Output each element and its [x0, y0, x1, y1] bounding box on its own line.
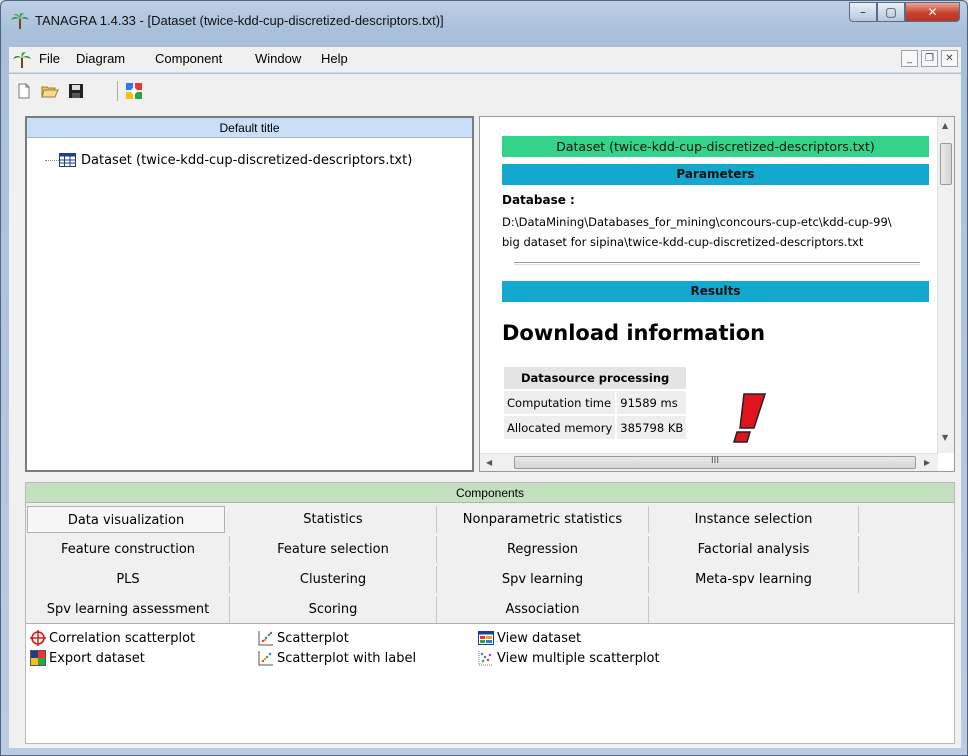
component-label: Export dataset: [49, 650, 145, 666]
scroll-left-icon[interactable]: ◀: [486, 458, 492, 467]
mdi-close-button[interactable]: ✕: [941, 50, 958, 67]
maximize-icon: ▢: [885, 5, 897, 19]
scroll-up-icon[interactable]: ▲: [942, 121, 948, 130]
toolbar-separator: [117, 81, 118, 101]
vertical-scroll-thumb[interactable]: [940, 143, 952, 185]
client-area: Default title Dataset (twice-kdd-cup-dis…: [9, 108, 961, 748]
horizontal-scrollbar[interactable]: ◀ III ▶: [480, 453, 938, 471]
status-bar: [9, 737, 961, 749]
component-correlation-scatterplot[interactable]: Correlation scatterplot: [30, 628, 195, 648]
tab-regression[interactable]: Regression: [437, 536, 649, 563]
open-icon[interactable]: [41, 82, 59, 100]
tab-feature-selection[interactable]: Feature selection: [230, 536, 437, 563]
dataset-node[interactable]: Dataset (twice-kdd-cup-discretized-descr…: [59, 150, 412, 170]
table-row: Computation time 91589 ms: [504, 391, 687, 414]
tab-spv-learning[interactable]: Spv learning: [437, 566, 649, 593]
table-cell-value: 385798 KB: [617, 416, 687, 439]
component-view-multiple-scatterplot[interactable]: View multiple scatterplot: [478, 648, 660, 668]
tab-meta-spv-learning[interactable]: Meta-spv learning: [649, 566, 859, 593]
tab-association[interactable]: Association: [437, 596, 649, 623]
menu-help[interactable]: Help: [321, 51, 348, 66]
title-bar[interactable]: TANAGRA 1.4.33 - [Dataset (twice-kdd-cup…: [1, 1, 967, 41]
diagram-pane[interactable]: Default title Dataset (twice-kdd-cup-dis…: [25, 116, 474, 472]
close-icon: ✕: [927, 5, 938, 19]
table-icon: [59, 153, 76, 167]
scatterplot-label-icon: [258, 651, 273, 666]
component-export-dataset[interactable]: Export dataset: [30, 648, 145, 668]
table-row: Allocated memory 385798 KB: [504, 416, 687, 439]
dataset-node-label: Dataset (twice-kdd-cup-discretized-descr…: [81, 152, 413, 168]
scroll-down-icon[interactable]: ▼: [942, 433, 948, 442]
component-scatterplot-with-label[interactable]: Scatterplot with label: [258, 648, 416, 668]
tab-nonparametric-statistics[interactable]: Nonparametric statistics: [437, 506, 649, 533]
result-title-bar: Dataset (twice-kdd-cup-discretized-descr…: [502, 136, 929, 157]
datasource-table: Datasource processing Computation time 9…: [502, 365, 688, 441]
toolbar: [9, 74, 961, 108]
menu-component[interactable]: Component: [155, 51, 222, 66]
main-window: TANAGRA 1.4.33 - [Dataset (twice-kdd-cup…: [0, 0, 968, 756]
export-icon: [30, 650, 46, 666]
crosshair-icon: [30, 630, 46, 646]
divider: [514, 262, 920, 265]
component-list: Correlation scatterplot Scatterplot View…: [26, 623, 954, 743]
vertical-scrollbar[interactable]: ▲ ▼: [937, 117, 954, 453]
view-dataset-icon: [478, 631, 494, 645]
menu-diagram[interactable]: Diagram: [76, 51, 125, 66]
component-label: Scatterplot with label: [277, 650, 417, 666]
horizontal-scroll-thumb[interactable]: III: [514, 456, 916, 469]
components-title: Components: [26, 483, 954, 503]
tab-clustering[interactable]: Clustering: [230, 566, 437, 593]
parameters-bar: Parameters: [502, 164, 929, 185]
scroll-right-icon[interactable]: ▶: [924, 458, 930, 467]
menu-file[interactable]: File: [39, 51, 60, 66]
tab-data-visualization[interactable]: Data visualization: [27, 506, 225, 533]
table-header: Datasource processing: [504, 367, 687, 389]
component-label: View dataset: [497, 630, 582, 646]
result-pane: Dataset (twice-kdd-cup-discretized-descr…: [479, 116, 955, 472]
tab-instance-selection[interactable]: Instance selection: [649, 506, 859, 533]
mdi-restore-button[interactable]: ❐: [921, 50, 938, 67]
database-path-line-1: D:\DataMining\Databases_for_mining\conco…: [502, 215, 892, 229]
maximize-button[interactable]: ▢: [877, 2, 905, 22]
mdi-minimize-button[interactable]: _: [901, 50, 918, 67]
components-panel: Components Data visualization Statistics…: [25, 482, 955, 744]
diagram-title: Default title: [27, 118, 472, 138]
tab-pls[interactable]: PLS: [27, 566, 230, 593]
scatterplot-icon: [258, 631, 273, 646]
minimize-button[interactable]: –: [849, 2, 877, 22]
component-label: View multiple scatterplot: [497, 650, 660, 666]
multiple-scatterplot-icon: [478, 651, 493, 666]
tab-scoring[interactable]: Scoring: [230, 596, 437, 623]
database-path-line-2: big dataset for sipina\twice-kdd-cup-dis…: [502, 235, 864, 249]
component-scatterplot[interactable]: Scatterplot: [258, 628, 349, 648]
tab-feature-construction[interactable]: Feature construction: [27, 536, 230, 563]
download-information-heading: Download information: [502, 321, 766, 345]
menu-window[interactable]: Window: [255, 51, 301, 66]
tab-factorial-analysis[interactable]: Factorial analysis: [649, 536, 859, 563]
save-icon[interactable]: [67, 82, 85, 100]
new-icon[interactable]: [15, 82, 33, 100]
mdi-controls: _ ❐ ✕: [901, 50, 958, 67]
tab-spv-learning-assessment[interactable]: Spv learning assessment: [27, 596, 230, 623]
database-label: Database :: [502, 193, 575, 207]
component-view-dataset[interactable]: View dataset: [478, 628, 581, 648]
minimize-icon: –: [860, 5, 866, 19]
table-cell-label: Allocated memory: [504, 416, 616, 439]
palm-tree-icon[interactable]: [13, 51, 31, 69]
window-title: TANAGRA 1.4.33 - [Dataset (twice-kdd-cup…: [35, 13, 444, 28]
results-bar: Results: [502, 281, 929, 302]
menu-bar: File Diagram Component Window Help _ ❐ ✕: [9, 47, 961, 73]
run-icon[interactable]: [125, 82, 143, 100]
exclamation-warning-icon: [732, 393, 766, 443]
palm-tree-icon: [11, 13, 29, 29]
tree-connector: [45, 160, 59, 161]
close-button[interactable]: ✕: [905, 2, 960, 22]
table-cell-label: Computation time: [504, 391, 616, 414]
component-label: Correlation scatterplot: [49, 630, 196, 646]
table-cell-value: 91589 ms: [617, 391, 687, 414]
tab-statistics[interactable]: Statistics: [230, 506, 437, 533]
component-label: Scatterplot: [277, 630, 349, 646]
